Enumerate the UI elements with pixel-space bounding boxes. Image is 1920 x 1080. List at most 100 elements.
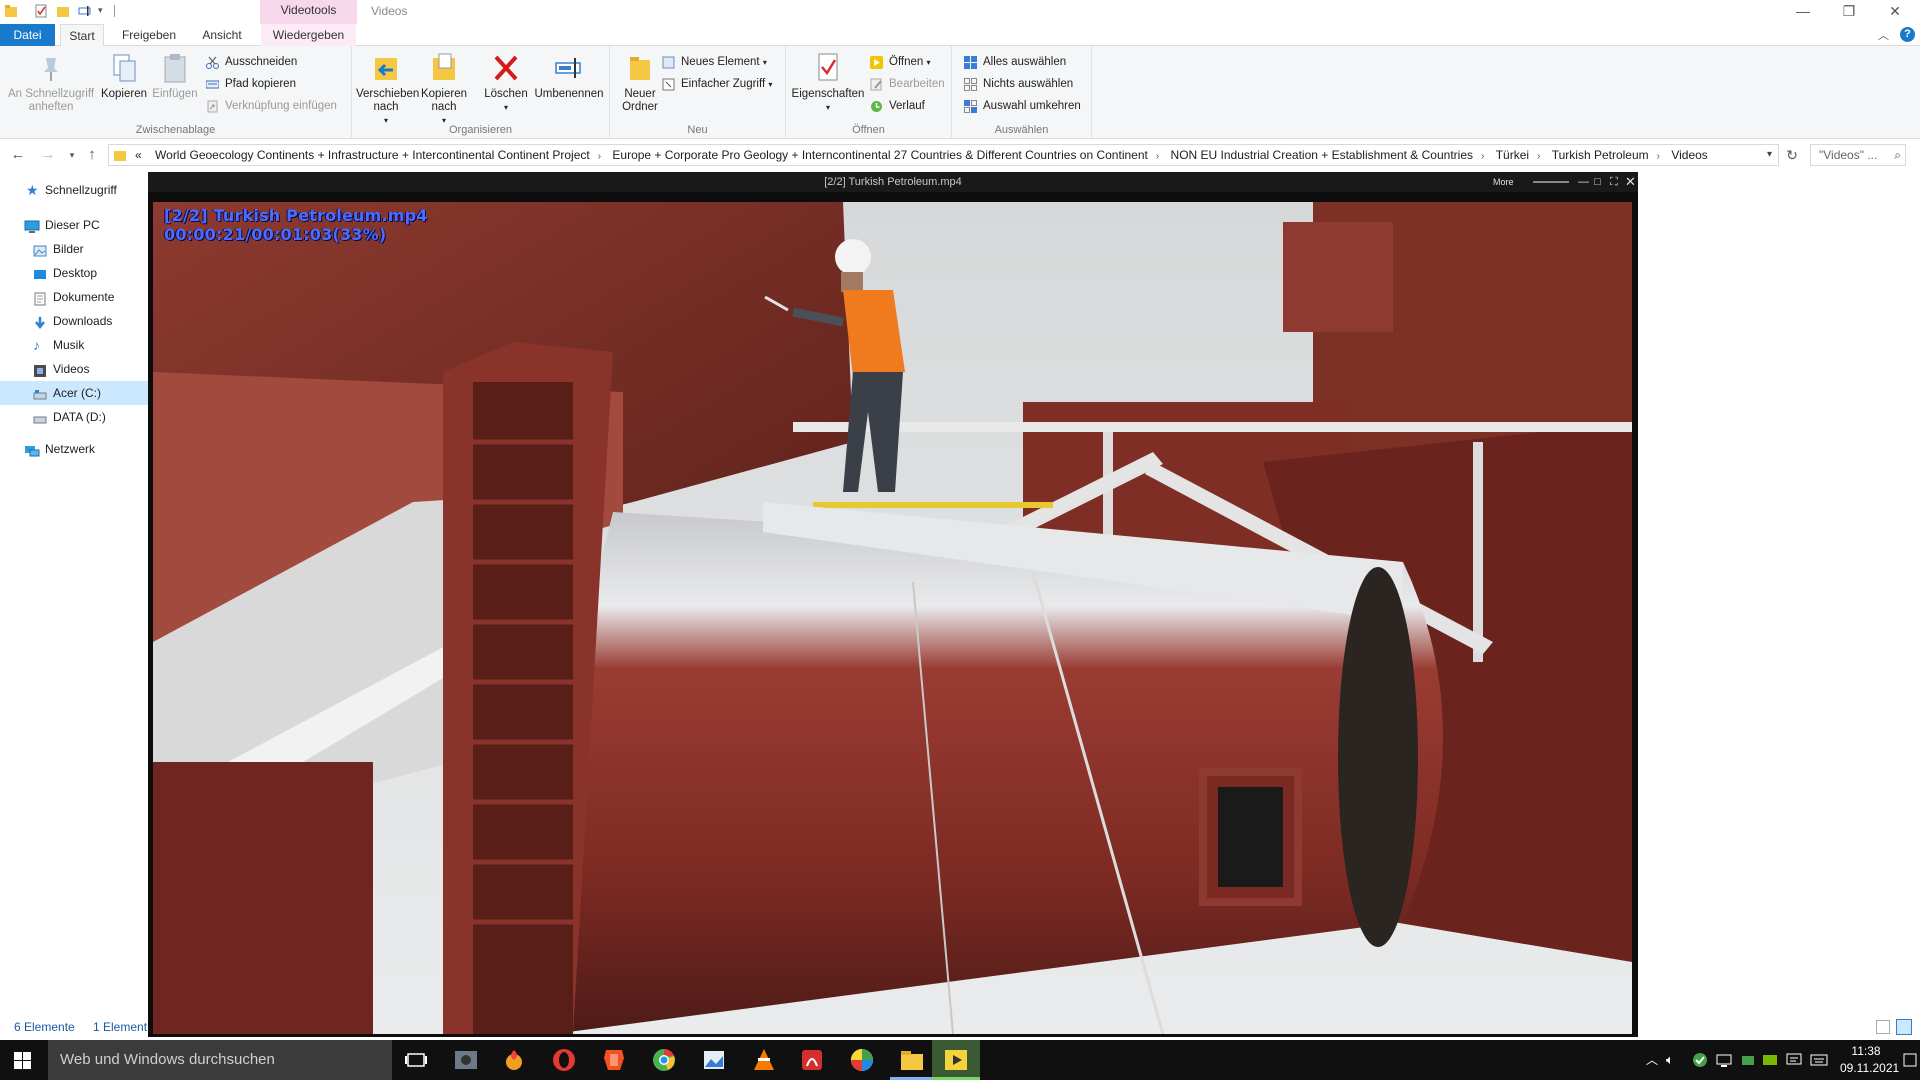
breadcrumb-separator-icon[interactable]: › — [596, 147, 603, 165]
task-view-icon[interactable] — [402, 1046, 430, 1074]
breadcrumb-separator-icon[interactable]: › — [1154, 147, 1161, 165]
player-minimize-icon[interactable]: — — [1578, 172, 1589, 192]
properties-quick-icon[interactable] — [34, 4, 48, 18]
browser-chrome-icon[interactable] — [650, 1046, 678, 1074]
nav-item-acer-c[interactable]: Acer (C:) — [0, 381, 148, 405]
up-arrow-icon[interactable]: ↑ — [82, 145, 102, 165]
address-bar[interactable]: « World Geoecology Continents + Infrastr… — [108, 144, 1779, 166]
tab-datei[interactable]: Datei — [0, 24, 55, 46]
breadcrumb-item[interactable]: Türkei — [1490, 145, 1535, 165]
breadcrumb-item[interactable]: Videos — [1665, 145, 1713, 165]
address-overflow[interactable]: « — [131, 145, 146, 165]
address-dropdown-icon[interactable]: ▾ — [1767, 145, 1772, 165]
player-fullscreen-icon[interactable]: ⛶ — [1610, 172, 1618, 192]
antivirus-icon[interactable] — [1692, 1052, 1708, 1068]
nav-this-pc[interactable]: Dieser PC — [0, 213, 148, 237]
keyboard-icon[interactable] — [1810, 1052, 1828, 1068]
move-to-button[interactable]: Verschieben nach ▾ — [356, 52, 419, 127]
tab-wiedergeben[interactable]: Wiedergeben — [261, 24, 356, 46]
recent-locations-icon[interactable]: ▾ — [62, 145, 82, 165]
history-button[interactable]: Verlauf — [870, 97, 925, 115]
delete-button[interactable]: Löschen ▾ — [482, 52, 530, 114]
tab-ansicht[interactable]: Ansicht — [192, 24, 252, 46]
minimize-button[interactable]: — — [1780, 0, 1826, 24]
player-restore-icon[interactable]: □ — [1594, 172, 1601, 192]
browser-brave-icon[interactable] — [600, 1046, 628, 1074]
pin-quick-access-button[interactable]: An Schnellzugriff anheften — [6, 52, 96, 114]
windows-start-icon[interactable] — [14, 1052, 31, 1072]
new-folder-quick-icon[interactable] — [56, 4, 70, 18]
network-status-icon[interactable] — [1716, 1052, 1732, 1068]
tab-freigeben[interactable]: Freigeben — [112, 24, 186, 46]
close-button[interactable]: ✕ — [1872, 0, 1918, 24]
nav-item-bilder[interactable]: Bilder — [0, 237, 148, 261]
maximize-button[interactable]: ❐ — [1826, 0, 1872, 24]
image-viewer-icon[interactable] — [700, 1046, 728, 1074]
easy-access-button[interactable]: Einfacher Zugriff ▾ — [662, 75, 772, 93]
copy-button[interactable]: Kopieren — [100, 52, 148, 101]
nav-item-downloads[interactable]: Downloads — [0, 309, 148, 333]
breadcrumb-separator-icon[interactable]: › — [1479, 147, 1486, 165]
copy-path-button[interactable]: Pfad kopieren — [205, 75, 296, 93]
select-all-button[interactable]: Alles auswählen — [964, 53, 1066, 71]
taskbar-search-input[interactable]: Web und Windows durchsuchen — [48, 1040, 392, 1080]
search-input[interactable]: "Videos" ... ⌕ — [1810, 144, 1906, 166]
tab-start[interactable]: Start — [60, 24, 104, 47]
taskbar-clock[interactable]: 11:38 09.11.2021 — [1840, 1043, 1899, 1077]
player-title-bar[interactable]: [2/2] Turkish Petroleum.mp4 More — □ ⛶ ✕ — [148, 172, 1638, 192]
back-arrow-icon[interactable]: ← — [8, 145, 28, 165]
nav-network[interactable]: Netzwerk — [0, 437, 148, 461]
nvidia-icon[interactable] — [1762, 1052, 1778, 1068]
nav-item-dokumente[interactable]: Dokumente — [0, 285, 148, 309]
help-icon[interactable]: ? — [1900, 27, 1915, 42]
breadcrumb-item[interactable]: World Geoecology Continents + Infrastruc… — [149, 145, 596, 165]
paste-button[interactable]: Einfügen — [150, 52, 200, 101]
rename-button[interactable]: Umbenennen — [532, 52, 606, 101]
browser-opera-icon[interactable] — [550, 1046, 578, 1074]
volume-slider[interactable] — [1533, 181, 1569, 183]
breadcrumb-item[interactable]: NON EU Industrial Creation + Establishme… — [1165, 145, 1479, 165]
new-folder-button[interactable]: Neuer Ordner — [614, 52, 666, 114]
new-item-button[interactable]: Neues Element ▾ — [662, 53, 767, 71]
file-explorer-icon[interactable] — [898, 1046, 926, 1074]
edit-button[interactable]: Bearbeiten — [870, 75, 945, 93]
battery-icon[interactable] — [1740, 1052, 1756, 1068]
breadcrumb-separator-icon[interactable]: › — [1655, 147, 1662, 165]
breadcrumb-item[interactable]: Europe + Corporate Pro Geology + Internc… — [606, 145, 1153, 165]
copy-to-button[interactable]: Kopieren nach ▾ — [418, 52, 470, 127]
tray-overflow-icon[interactable]: ︿ — [1646, 1051, 1658, 1068]
media-player-icon[interactable] — [942, 1046, 970, 1074]
pdf-reader-icon[interactable] — [798, 1046, 826, 1074]
breadcrumb-separator-icon[interactable]: › — [1535, 147, 1542, 165]
open-button[interactable]: Öffnen ▾ — [870, 53, 931, 71]
refresh-icon[interactable]: ↻ — [1782, 145, 1802, 165]
player-close-icon[interactable]: ✕ — [1625, 172, 1636, 192]
large-icons-view-icon[interactable] — [1896, 1019, 1912, 1035]
video-player-window[interactable]: [2/2] Turkish Petroleum.mp4 More — □ ⛶ ✕ — [148, 172, 1638, 1037]
notification-icon[interactable] — [1786, 1052, 1802, 1068]
burn-app-icon[interactable] — [500, 1046, 528, 1074]
vlc-icon[interactable] — [750, 1046, 778, 1074]
nav-item-desktop[interactable]: Desktop — [0, 261, 148, 285]
forward-arrow-icon[interactable]: → — [38, 145, 58, 165]
more-button[interactable]: More — [1493, 172, 1514, 192]
ribbon-collapse-icon[interactable]: ︿ — [1878, 27, 1889, 43]
video-frame[interactable]: [2/2] Turkish Petroleum.mp4 00:00:21/00:… — [153, 202, 1632, 1034]
nav-item-musik[interactable]: ♪ Musik — [0, 333, 148, 357]
color-app-icon[interactable] — [848, 1046, 876, 1074]
details-view-icon[interactable] — [1876, 1020, 1890, 1034]
breadcrumb-item[interactable]: Turkish Petroleum — [1546, 145, 1655, 165]
search-icon[interactable]: ⌕ — [1894, 145, 1901, 165]
properties-button[interactable]: Eigenschaften ▾ — [790, 52, 866, 114]
photo-app-icon[interactable] — [452, 1046, 480, 1074]
rename-quick-icon[interactable] — [78, 4, 92, 18]
nav-item-data-d[interactable]: DATA (D:) — [0, 405, 148, 429]
volume-icon[interactable]: 🔈︎ — [1666, 1052, 1682, 1068]
nav-quick-access[interactable]: ★ Schnellzugriff — [0, 178, 148, 202]
cut-button[interactable]: Ausschneiden — [206, 53, 297, 71]
show-desktop-button[interactable] — [1902, 1048, 1918, 1072]
paste-shortcut-button[interactable]: Verknüpfung einfügen — [206, 97, 337, 115]
invert-selection-button[interactable]: Auswahl umkehren — [964, 97, 1081, 115]
select-none-button[interactable]: Nichts auswählen — [964, 75, 1073, 93]
nav-item-videos[interactable]: Videos — [0, 357, 148, 381]
